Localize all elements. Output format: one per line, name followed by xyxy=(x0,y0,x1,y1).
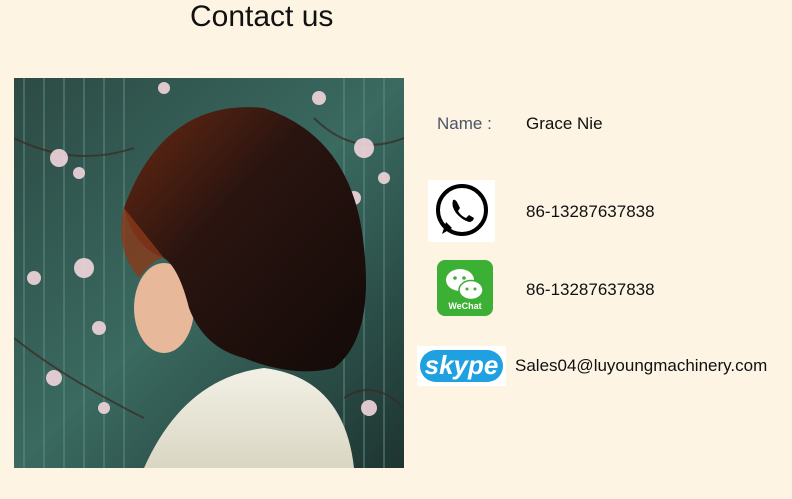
wechat-icon: WeChat xyxy=(437,260,493,316)
wechat-number: 86-13287637838 xyxy=(526,280,655,299)
whatsapp-number: 86-13287637838 xyxy=(526,202,655,221)
name-label: Name : xyxy=(437,114,492,133)
wechat-label: WeChat xyxy=(448,301,482,311)
contact-photo xyxy=(14,78,404,468)
skype-icon: skype xyxy=(417,346,506,386)
skype-label: skype xyxy=(424,350,499,380)
page-title: Contact us xyxy=(190,0,334,33)
skype-id: Sales04@luyoungmachinery.com xyxy=(515,356,768,375)
whatsapp-icon xyxy=(428,180,495,242)
name-value: Grace Nie xyxy=(526,114,603,133)
